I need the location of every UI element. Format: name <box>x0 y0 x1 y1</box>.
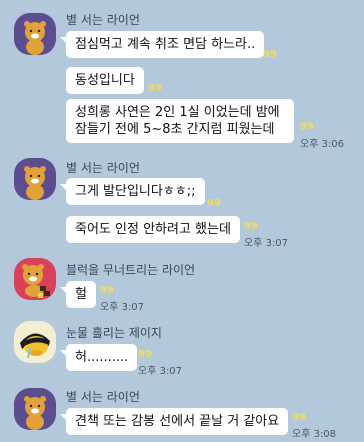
unread-count: 99 <box>300 121 314 132</box>
ryan-blocks-icon <box>14 258 56 300</box>
avatar[interactable] <box>14 258 56 300</box>
unread-count: 99 <box>292 412 306 423</box>
message-bubble[interactable]: 성희롱 사연은 2인 1실 이었는데 밤에 잠들기 전에 5~8초 간지럼 피웠… <box>66 99 294 143</box>
sender-name: 별 서는 라이언 <box>66 390 140 404</box>
unread-count: 99 <box>100 285 114 296</box>
message-bubble[interactable]: 헐 <box>60 281 96 308</box>
message-time: 오후 3:07 <box>138 366 183 377</box>
message-time: 오후 3:07 <box>244 238 289 249</box>
unread-count: 99 <box>138 349 152 360</box>
unread-count: 99 <box>263 49 277 60</box>
message-time: 오후 3:08 <box>292 429 337 440</box>
avatar[interactable] <box>14 388 56 430</box>
message-time: 오후 3:07 <box>100 302 145 313</box>
avatar[interactable] <box>14 13 56 55</box>
message-bubble[interactable]: 점심먹고 계속 취조 면담 하느라.. <box>59 31 265 58</box>
ryan-standing-icon <box>14 388 56 430</box>
message-time: 오후 3:06 <box>300 139 345 150</box>
sender-name: 별 서는 라이언 <box>66 161 140 175</box>
ryan-standing-icon <box>14 13 56 55</box>
unread-count: 99 <box>207 198 221 209</box>
sender-name: 블럭을 무너트리는 라이언 <box>66 263 196 277</box>
sender-name: 눈물 흘리는 제이지 <box>66 326 162 340</box>
message-bubble[interactable]: 죽어도 인정 안하려고 했는데 <box>66 216 240 243</box>
jayg-crying-icon <box>14 321 56 363</box>
unread-count: 99 <box>148 83 162 94</box>
sender-name: 별 서는 라이언 <box>66 13 140 27</box>
unread-count: 99 <box>244 221 258 232</box>
message-bubble[interactable]: 견책 또는 감봉 선에서 끝날 거 같아요 <box>59 408 289 435</box>
message-bubble[interactable]: 허.......... <box>59 344 138 371</box>
ryan-standing-icon <box>14 158 56 200</box>
message-bubble[interactable]: 그게 발단입니다ㅎㅎ;; <box>60 178 205 205</box>
message-bubble[interactable]: 동성입니다 <box>66 67 144 94</box>
avatar[interactable] <box>14 321 56 363</box>
avatar[interactable] <box>14 158 56 200</box>
